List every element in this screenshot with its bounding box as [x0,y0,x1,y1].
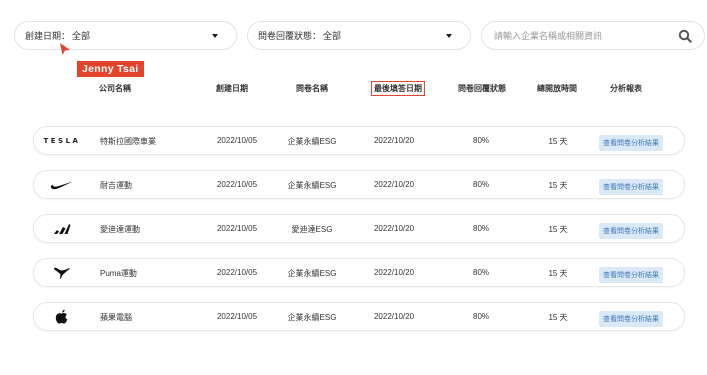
column-header-status[interactable]: 問卷回覆狀態 [458,83,506,94]
open-duration: 15 天 [548,313,568,322]
chevron-down-icon[interactable] [212,34,218,38]
column-header-last-answer[interactable]: 最後填答日期 [371,81,425,96]
reply-status-filter-value: 全部 [323,31,342,41]
search-icon[interactable] [678,29,692,43]
survey-name: 企業永續ESG [287,137,337,146]
last-answer-date: 2022/10/20 [373,312,415,321]
table-header: 公司名稱 創建日期 問卷名稱 最後填答日期 問卷回覆狀態 總開放時間 分析報表 [0,81,707,97]
last-answer-date: 2022/10/20 [373,224,415,233]
created-date: 2022/10/05 [216,136,258,145]
company-name: 蘋果電腦 [100,313,132,322]
created-date: 2022/10/05 [216,224,258,233]
company-name: 耐吉運動 [100,181,132,190]
puma-logo-icon [42,263,82,282]
table-row[interactable]: Puma運動 2022/10/05 企業永續ESG 2022/10/20 80%… [33,258,685,287]
last-answer-date: 2022/10/20 [373,136,415,145]
open-duration: 15 天 [548,225,568,234]
survey-name: 企業永續ESG [287,181,337,190]
reply-status: 80% [472,224,490,233]
cursor-pointer-icon [60,43,70,55]
reply-status: 80% [472,268,490,277]
view-analysis-button[interactable]: 查看問卷分析結果 [599,179,663,195]
created-date-filter-value: 全部 [72,31,91,41]
column-header-company[interactable]: 公司名稱 [99,83,131,94]
column-header-survey[interactable]: 問卷名稱 [296,83,328,94]
created-date-filter-label: 創建日期： [25,31,71,41]
chevron-down-icon[interactable] [446,34,452,38]
column-header-report[interactable]: 分析報表 [610,83,642,94]
view-analysis-button[interactable]: 查看問卷分析結果 [599,223,663,239]
table-row[interactable]: 耐吉運動 2022/10/05 企業永續ESG 2022/10/20 80% 1… [33,170,685,199]
tesla-logo-icon: TESLA [42,131,82,150]
open-duration: 15 天 [548,269,568,278]
reply-status: 80% [472,136,490,145]
adidas-logo-icon [42,219,82,238]
apple-logo-icon [42,307,82,326]
view-analysis-button[interactable]: 查看問卷分析結果 [599,311,663,327]
view-analysis-button[interactable]: 查看問卷分析結果 [599,135,663,151]
last-answer-date: 2022/10/20 [373,268,415,277]
reply-status: 80% [472,312,490,321]
created-date: 2022/10/05 [216,180,258,189]
created-date: 2022/10/05 [216,312,258,321]
search-placeholder: 請輸入企業名稱或相關資訊 [494,31,603,41]
table-row[interactable]: 蘋果電腦 2022/10/05 企業永續ESG 2022/10/20 80% 1… [33,302,685,331]
table-row[interactable]: 愛迪達運動 2022/10/05 愛迪達ESG 2022/10/20 80% 1… [33,214,685,243]
open-duration: 15 天 [548,137,568,146]
table-row[interactable]: TESLA 特斯拉國際車業 2022/10/05 企業永續ESG 2022/10… [33,126,685,155]
search-input[interactable]: 請輸入企業名稱或相關資訊 [481,21,705,50]
created-date: 2022/10/05 [216,268,258,277]
created-date-filter[interactable]: 創建日期： 全部 [14,21,237,50]
tesla-logo-text: TESLA [43,136,81,145]
column-header-created[interactable]: 創建日期 [216,83,248,94]
collaborator-cursor-tag: Jenny Tsai [77,61,144,77]
open-duration: 15 天 [548,181,568,190]
filter-bar: 創建日期： 全部 問卷回覆狀態： 全部 請輸入企業名稱或相關資訊 [14,21,706,51]
nike-logo-icon [42,175,82,194]
survey-name: 愛迪達ESG [291,225,333,234]
survey-name: 企業永續ESG [287,313,337,322]
company-name: Puma運動 [100,269,137,278]
column-header-duration[interactable]: 總開放時間 [537,83,577,94]
view-analysis-button[interactable]: 查看問卷分析結果 [599,267,663,283]
company-name: 愛迪達運動 [100,225,140,234]
reply-status-filter[interactable]: 問卷回覆狀態： 全部 [247,21,471,50]
survey-name: 企業永續ESG [287,269,337,278]
reply-status-filter-label: 問卷回覆狀態： [258,31,322,41]
company-name: 特斯拉國際車業 [100,137,156,146]
last-answer-date: 2022/10/20 [373,180,415,189]
reply-status: 80% [472,180,490,189]
